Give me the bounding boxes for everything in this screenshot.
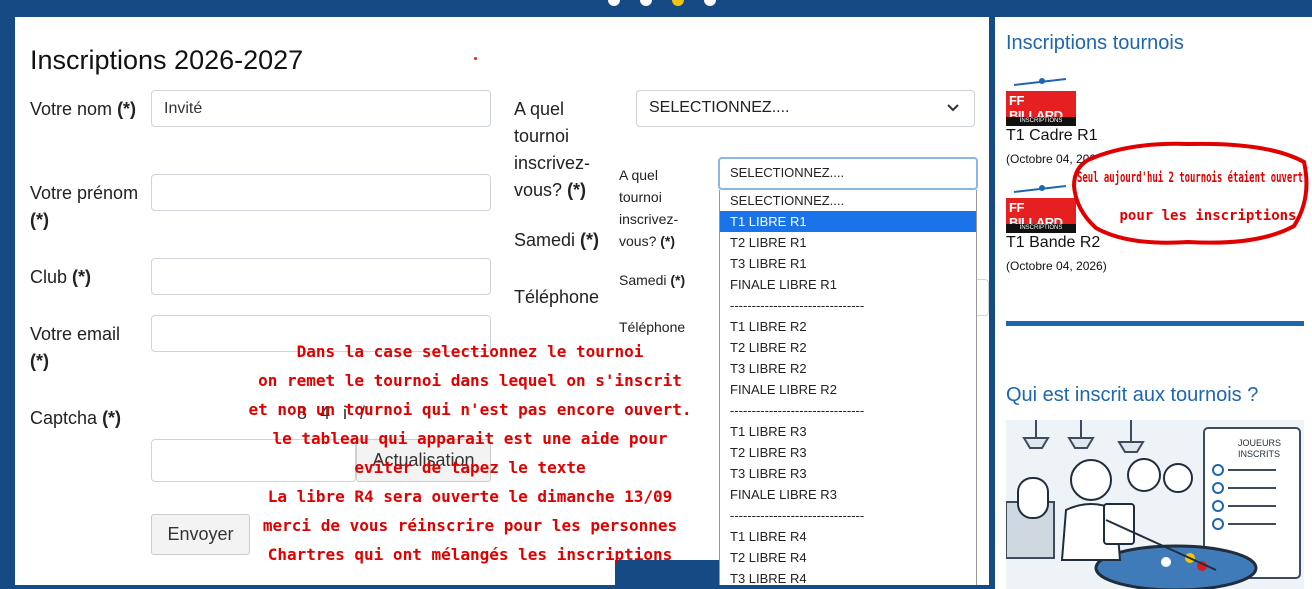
red-dot-mark: [474, 57, 477, 60]
carousel-dot[interactable]: [608, 0, 620, 6]
ffbillard-logo[interactable]: FF BILLARD INSCRIPTIONS: [1006, 73, 1076, 126]
instruction-line: Chartres qui ont mélangés les inscriptio…: [267, 545, 673, 564]
phone-label: Téléphone: [514, 287, 600, 307]
poster-line2: INSCRITS: [1238, 449, 1280, 459]
carousel-dots: [608, 0, 716, 6]
dropdown-option[interactable]: T3 LIBRE R3: [720, 463, 976, 484]
dropdown-option[interactable]: -------------------------------: [720, 505, 976, 526]
firstname-input[interactable]: [151, 174, 491, 211]
chevron-down-icon: [947, 104, 959, 112]
overlay-saturday-label: Samedi (*): [619, 272, 686, 288]
dropdown-option[interactable]: T3 LIBRE R1: [720, 253, 976, 274]
instruction-line: merci de vous réinscrire pour les person…: [262, 516, 678, 535]
annotation-speech-bubble: Seul aujourd'hui 2 tournois étaient ouve…: [1071, 141, 1309, 245]
instruction-line: et non un tournoi qui n'est pas encore o…: [248, 400, 692, 419]
instruction-line: le tableau qui apparait est une aide pou…: [272, 429, 668, 448]
tournament-select[interactable]: SELECTIONNEZ....: [636, 90, 975, 127]
club-input[interactable]: [151, 258, 491, 295]
bubble-line2: pour les inscriptions: [1119, 208, 1296, 224]
registered-players-illustration[interactable]: JOUEURS INSCRITS: [1006, 420, 1304, 589]
instruction-line: eviter de tapez le texte: [354, 458, 586, 477]
billiard-player-icon: [1013, 185, 1067, 193]
carousel-dot[interactable]: [640, 0, 652, 6]
sidebar-divider: [1006, 321, 1304, 326]
instruction-line: La libre R4 sera ouverte le dimanche 13/…: [267, 487, 673, 506]
name-label: Votre nom (*): [30, 99, 137, 119]
dropdown-option[interactable]: T3 LIBRE R4: [720, 568, 976, 585]
dropdown-option[interactable]: T1 LIBRE R3: [720, 421, 976, 442]
submit-button[interactable]: Envoyer: [151, 514, 250, 555]
dropdown-option[interactable]: T2 LIBRE R2: [720, 337, 976, 358]
tournament-dropdown-list: SELECTIONNEZ.... T1 LIBRE R1 T2 LIBRE R1 T3…: [719, 190, 977, 585]
overlay-tournament-select[interactable]: SELECTIONNEZ....: [718, 157, 978, 190]
dropdown-option[interactable]: FINALE LIBRE R3: [720, 484, 976, 505]
dropdown-option[interactable]: T1 LIBRE R1: [720, 211, 976, 232]
name-input[interactable]: Invité: [151, 90, 491, 127]
dropdown-option[interactable]: T1 LIBRE R4: [720, 526, 976, 547]
saturday-label: Samedi (*): [514, 230, 600, 250]
dropdown-option[interactable]: T2 LIBRE R1: [720, 232, 976, 253]
dropdown-option[interactable]: T2 LIBRE R4: [720, 547, 976, 568]
dropdown-option[interactable]: -------------------------------: [720, 295, 976, 316]
carousel-dot-active[interactable]: [672, 0, 684, 6]
tournament-label: A quel tournoi inscrivez-vous? (*): [514, 99, 591, 200]
bubble-line1: Seul aujourd'hui 2 tournois étaient ouve…: [1077, 170, 1303, 186]
instruction-line: on remet le tournoi dans lequel on s'ins…: [258, 371, 682, 390]
billiard-player-icon: [1013, 78, 1067, 86]
sidebar-tournaments-title: Inscriptions tournois: [1006, 32, 1184, 54]
firstname-label: Votre prénom (*): [30, 183, 139, 230]
page-title: Inscriptions 2026-2027: [30, 45, 304, 75]
club-label: Club (*): [30, 267, 92, 287]
email-label: Votre email (*): [30, 324, 121, 371]
overlay-phone-label: Téléphone: [619, 319, 686, 335]
dropdown-option[interactable]: T1 LIBRE R2: [720, 316, 976, 337]
overlay-select-value: SELECTIONNEZ....: [730, 165, 845, 180]
dropdown-option[interactable]: T2 LIBRE R3: [720, 442, 976, 463]
registration-panel: Inscriptions 2026-2027 Votre nom (*) Inv…: [15, 17, 989, 585]
ffbillard-logo[interactable]: FF BILLARD INSCRIPTIONS: [1006, 180, 1076, 233]
tournament-select-value: SELECTIONNEZ....: [649, 99, 790, 116]
tournament-date: (Octobre 04, 2026): [1006, 259, 1107, 273]
dropdown-option[interactable]: T3 LIBRE R2: [720, 358, 976, 379]
sidebar: Inscriptions tournois FF BILLARD INSCRIP…: [995, 17, 1312, 589]
poster-line1: JOUEURS: [1238, 438, 1281, 448]
dropdown-option[interactable]: FINALE LIBRE R2: [720, 379, 976, 400]
sidebar-registered-title: Qui est inscrit aux tournois ?: [1006, 384, 1259, 406]
overlay-tournament-label: A quel tournoi inscrivez-vous? (*): [619, 167, 679, 249]
dropdown-option[interactable]: -------------------------------: [720, 400, 976, 421]
captcha-label: Captcha (*): [30, 408, 122, 428]
dropdown-option[interactable]: SELECTIONNEZ....: [720, 190, 976, 211]
carousel-dot[interactable]: [704, 0, 716, 6]
instructions-annotation: Dans la case selectionnez le tournoi on r…: [240, 337, 700, 569]
dropdown-option[interactable]: FINALE LIBRE R1: [720, 274, 976, 295]
instruction-line: Dans la case selectionnez le tournoi: [296, 342, 644, 361]
